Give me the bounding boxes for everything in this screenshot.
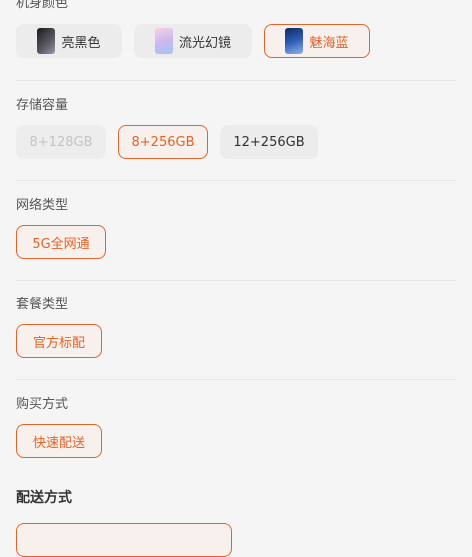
color-option-label: 流光幻镜 bbox=[178, 35, 231, 51]
delivery-option[interactable] bbox=[16, 523, 232, 557]
section-title-purchase: 购买方式 bbox=[16, 397, 69, 412]
section-title-delivery: 配送方式 bbox=[16, 490, 72, 506]
section-title-package: 套餐类型 bbox=[16, 297, 69, 312]
color-option-label: 魅海蓝 bbox=[309, 35, 349, 51]
phone-black-thumbnail-icon bbox=[37, 28, 56, 54]
divider bbox=[16, 379, 456, 380]
storage-option-12-256[interactable]: 12+256GB bbox=[220, 125, 318, 159]
color-option-label: 亮黑色 bbox=[61, 35, 101, 51]
section-title-network: 网络类型 bbox=[16, 198, 69, 213]
divider bbox=[16, 180, 456, 181]
storage-option-label: 8+128GB bbox=[29, 134, 93, 150]
storage-option-8-128[interactable]: 8+128GB bbox=[16, 125, 106, 159]
section-title-body-color: 机身颜色 bbox=[16, 0, 69, 11]
purchase-option-label: 快速配送 bbox=[32, 435, 85, 451]
section-title-storage: 存储容量 bbox=[16, 98, 69, 113]
purchase-option-fast-delivery[interactable]: 快速配送 bbox=[16, 424, 102, 458]
divider bbox=[16, 280, 456, 281]
color-option-charm-sea-blue[interactable]: 魅海蓝 bbox=[264, 24, 370, 58]
phone-gradient-thumbnail-icon bbox=[154, 28, 173, 54]
network-option-label: 5G全网通 bbox=[32, 236, 90, 252]
package-option-official-standard[interactable]: 官方标配 bbox=[16, 324, 102, 358]
storage-option-label: 8+256GB bbox=[131, 134, 195, 150]
storage-option-8-256[interactable]: 8+256GB bbox=[118, 125, 208, 159]
network-option-5g[interactable]: 5G全网通 bbox=[16, 225, 106, 259]
color-option-streamer-mirror[interactable]: 流光幻镜 bbox=[134, 24, 252, 58]
divider bbox=[16, 80, 456, 81]
package-option-label: 官方标配 bbox=[32, 335, 85, 351]
color-option-bright-black[interactable]: 亮黑色 bbox=[16, 24, 122, 58]
phone-blue-thumbnail-icon bbox=[285, 28, 304, 54]
storage-option-label: 12+256GB bbox=[233, 134, 305, 150]
